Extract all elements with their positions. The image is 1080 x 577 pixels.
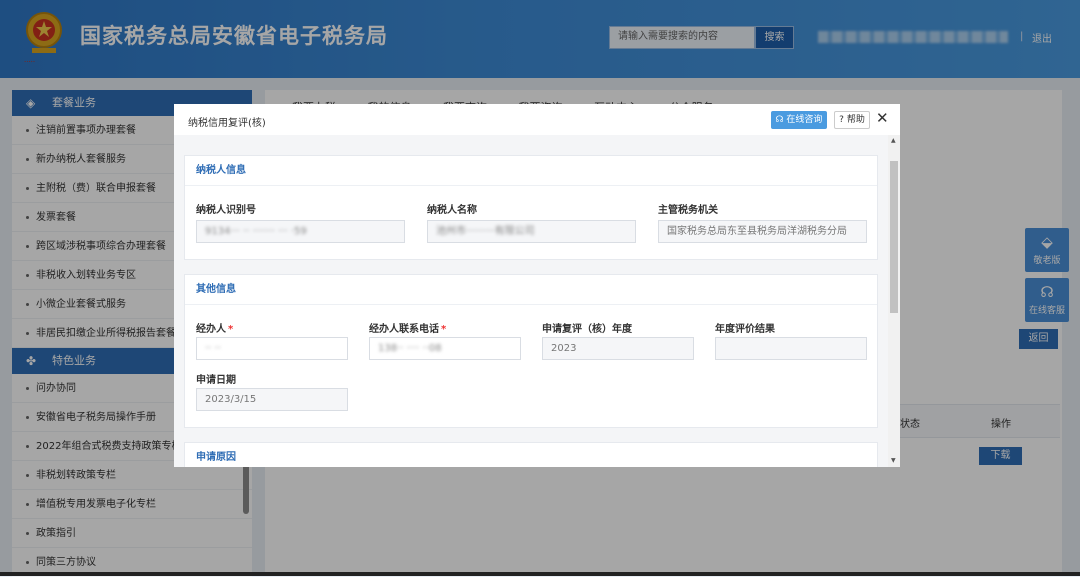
modal-body: 纳税人信息 纳税人识别号 9134··· ·· ······· ··· ·59 … [174, 135, 888, 467]
required-mark: * [441, 324, 447, 335]
taxpayer-name-value: 池州市·········有限公司 [436, 226, 535, 237]
agent-label: 经办人 * [196, 320, 233, 335]
scroll-thumb[interactable] [890, 161, 898, 313]
headset-icon: ☊ [775, 115, 784, 125]
reason-card: 申请原因 [184, 442, 878, 467]
modal-scrollbar[interactable]: ▲ ▼ [888, 135, 900, 467]
bottom-taskbar [0, 572, 1080, 576]
taxpayer-name-label: 纳税人名称 [427, 205, 477, 216]
apply-date-field: 2023/3/15 [196, 388, 348, 411]
taxpayer-info-heading: 纳税人信息 [185, 156, 877, 186]
agent-value: ·· ·· [205, 343, 221, 354]
online-consult-button[interactable]: ☊ 在线咨询 [771, 111, 827, 129]
annual-result-field [715, 337, 867, 360]
tax-authority-label: 主管税务机关 [658, 205, 718, 216]
scroll-up-icon[interactable]: ▲ [891, 137, 896, 144]
agent-phone-label-text: 经办人联系电话 [369, 324, 439, 335]
help-label: 帮助 [846, 115, 865, 125]
modal-title: 纳税信用复评(核) [188, 118, 266, 129]
apply-date-label: 申请日期 [196, 375, 236, 386]
taxpayer-info-card: 纳税人信息 纳税人识别号 9134··· ·· ······· ··· ·59 … [184, 155, 878, 260]
agent-input[interactable]: ·· ·· [196, 337, 348, 360]
taxpayer-id-label: 纳税人识别号 [196, 205, 256, 216]
other-info-heading: 其他信息 [185, 275, 877, 305]
agent-phone-value: 138·· ···· ··08 [378, 343, 442, 354]
question-icon: ? [839, 115, 844, 125]
agent-phone-input[interactable]: 138·· ···· ··08 [369, 337, 521, 360]
agent-phone-label: 经办人联系电话 * [369, 320, 446, 335]
reason-heading: 申请原因 [185, 443, 877, 467]
annual-result-label: 年度评价结果 [715, 324, 775, 335]
tax-authority-field: 国家税务总局东至县税务局洋湖税务分局 [658, 220, 867, 243]
required-mark: * [228, 324, 234, 335]
agent-label-text: 经办人 [196, 324, 226, 335]
credit-review-modal: 纳税信用复评(核) ☊ 在线咨询 ? 帮助 ✕ 纳税人信息 纳税人识别号 913… [174, 104, 900, 467]
scroll-down-icon[interactable]: ▼ [891, 457, 896, 464]
other-info-card: 其他信息 经办人 * ·· ·· 经办人联系电话 * 138·· ···· ··08… [184, 274, 878, 428]
online-consult-label: 在线咨询 [786, 115, 823, 125]
taxpayer-id-value: 9134··· ·· ······· ··· ·59 [205, 226, 307, 237]
help-button[interactable]: ? 帮助 [834, 111, 870, 129]
taxpayer-name-field: 池州市·········有限公司 [427, 220, 636, 243]
review-year-label: 申请复评（核）年度 [542, 324, 632, 335]
taxpayer-id-field: 9134··· ·· ······· ··· ·59 [196, 220, 405, 243]
close-icon[interactable]: ✕ [876, 109, 889, 127]
review-year-field: 2023 [542, 337, 694, 360]
